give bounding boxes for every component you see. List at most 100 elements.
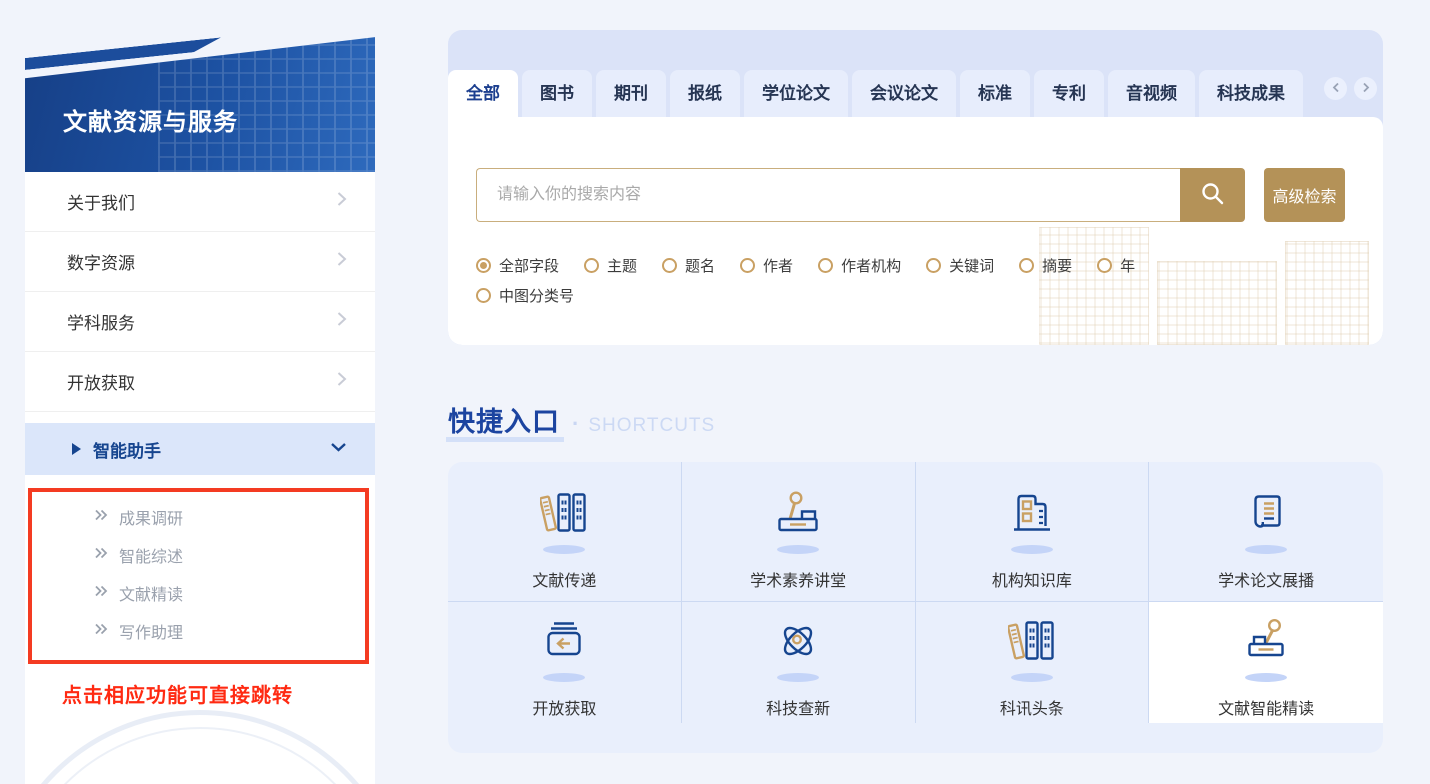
radio-field-clc-number[interactable]: 中图分类号 xyxy=(476,285,574,306)
shortcut-sci-tech-novelty-search[interactable]: 科技查新 xyxy=(682,602,916,723)
search-panel: 高级检索 全部字段 主题 题名 作者 作者机构 xyxy=(448,117,1383,345)
radio-field-abstract[interactable]: 摘要 xyxy=(1019,255,1072,276)
double-chevron-icon xyxy=(94,546,108,564)
double-chevron-icon xyxy=(94,508,108,526)
search-icon xyxy=(1199,180,1226,210)
radio-field-title[interactable]: 题名 xyxy=(662,255,715,276)
advanced-search-button[interactable]: 高级检索 xyxy=(1264,168,1345,222)
double-chevron-icon xyxy=(94,584,108,602)
tab-journals[interactable]: 期刊 xyxy=(596,70,666,117)
search-input[interactable] xyxy=(476,168,1180,222)
sidebar-item-label: 关于我们 xyxy=(67,194,135,213)
tab-conference-papers[interactable]: 会议论文 xyxy=(852,70,956,117)
shortcut-open-access[interactable]: 开放获取 xyxy=(448,602,682,723)
radio-field-topic[interactable]: 主题 xyxy=(584,255,637,276)
sidebar-item-label: 数字资源 xyxy=(67,254,135,273)
sidebar-item-open-access[interactable]: 开放获取 xyxy=(25,352,375,412)
icon-shadow xyxy=(1010,545,1053,554)
chevron-down-icon xyxy=(330,440,347,458)
submenu-item-literature-reading[interactable]: 文献精读 xyxy=(32,574,365,612)
tab-audio-video[interactable]: 音视频 xyxy=(1108,70,1195,117)
chevron-left-icon xyxy=(1332,80,1340,98)
sidebar-header: 文献资源与服务 xyxy=(25,30,375,172)
section-title-text: 快捷入口 xyxy=(446,400,564,442)
shortcut-academic-paper-showcase[interactable]: 学术论文展播 xyxy=(1149,462,1383,602)
shortcut-intelligent-literature-reading[interactable]: 文献智能精读 xyxy=(1149,602,1383,723)
sidebar-item-digital-resources[interactable]: 数字资源 xyxy=(25,232,375,292)
submenu-item-label: 文献精读 xyxy=(119,587,184,604)
chevron-right-icon xyxy=(1362,80,1370,98)
sidebar: 文献资源与服务 关于我们 数字资源 学科服务 开放获取 智能助手 成果调研 智能… xyxy=(25,30,375,784)
radio-field-author[interactable]: 作者 xyxy=(740,255,793,276)
tab-books[interactable]: 图书 xyxy=(522,70,592,117)
repository-icon xyxy=(1008,489,1056,542)
sidebar-item-subject-services[interactable]: 学科服务 xyxy=(25,292,375,352)
podium-icon xyxy=(774,489,822,542)
shortcut-label: 学术论文展播 xyxy=(1218,573,1315,590)
submenu-item-achievement-research[interactable]: 成果调研 xyxy=(32,498,365,536)
openaccess-icon xyxy=(540,617,588,670)
shortcut-document-delivery[interactable]: 文献传递 xyxy=(448,462,682,602)
radio-field-all[interactable]: 全部字段 xyxy=(476,255,559,276)
chevron-right-icon xyxy=(336,190,347,213)
radio-icon xyxy=(476,258,491,273)
tab-sci-tech-achievements[interactable]: 科技成果 xyxy=(1199,70,1303,117)
submenu-item-smart-review[interactable]: 智能综述 xyxy=(32,536,365,574)
shortcut-label: 科讯头条 xyxy=(999,701,1064,718)
icon-shadow xyxy=(1010,673,1053,682)
annotation-text: 点击相应功能可直接跳转 xyxy=(62,685,293,707)
shortcut-label: 文献智能精读 xyxy=(1218,701,1315,718)
sidebar-item-label: 开放获取 xyxy=(67,374,135,393)
shortcut-label: 科技查新 xyxy=(766,701,831,718)
tab-scroll-controls xyxy=(1324,70,1377,117)
shortcut-academic-literacy-lectures[interactable]: 学术素养讲堂 xyxy=(681,462,916,602)
shortcuts-grid: 文献传递 学术素养讲堂 机构知识库 学术论文展播 开放获取 科技查新 科讯头条 … xyxy=(448,462,1383,753)
radio-icon xyxy=(476,288,491,303)
radio-label: 题名 xyxy=(685,258,716,275)
sidebar-title: 文献资源与服务 xyxy=(63,109,238,136)
tab-patents[interactable]: 专利 xyxy=(1034,70,1104,117)
shortcut-sci-news-headlines[interactable]: 科讯头条 xyxy=(916,602,1150,723)
shortcut-institutional-repository[interactable]: 机构知识库 xyxy=(915,462,1150,602)
radio-label: 年 xyxy=(1120,258,1136,275)
tab-standards[interactable]: 标准 xyxy=(960,70,1030,117)
submenu-item-writing-assistant[interactable]: 写作助理 xyxy=(32,612,365,650)
tab-scroll-right-button[interactable] xyxy=(1354,77,1377,100)
sidebar-item-about[interactable]: 关于我们 xyxy=(25,172,375,232)
sidebar-item-label: 智能助手 xyxy=(93,441,161,461)
search-card: 全部 图书 期刊 报纸 学位论文 会议论文 标准 专利 音视频 科技成果 高级检… xyxy=(448,30,1383,345)
title-separator-dot: · xyxy=(572,411,580,436)
books-icon xyxy=(539,489,588,542)
chevron-right-icon xyxy=(336,310,347,333)
sidebar-item-label: 学科服务 xyxy=(67,314,135,333)
books-icon xyxy=(1006,617,1056,670)
radio-label: 全部字段 xyxy=(499,258,560,275)
radio-icon xyxy=(1019,258,1035,273)
institute-seal-watermark xyxy=(25,710,375,784)
tab-scroll-left-button[interactable] xyxy=(1324,77,1347,100)
atom-icon xyxy=(774,617,822,670)
search-button[interactable] xyxy=(1180,168,1245,222)
annotation-highlight-box: 成果调研 智能综述 文献精读 写作助理 xyxy=(28,488,369,664)
radio-field-year[interactable]: 年 xyxy=(1097,255,1135,276)
shortcuts-section-title: 快捷入口 · SHORTCUTS xyxy=(446,400,715,442)
icon-shadow xyxy=(1245,673,1288,682)
triangle-right-icon xyxy=(72,443,81,455)
search-field-options: 全部字段 主题 题名 作者 作者机构 关键词 摘要 年 中图分类号 xyxy=(476,255,1196,315)
radio-icon xyxy=(818,258,834,273)
icon-shadow xyxy=(543,545,586,554)
resource-type-tabs: 全部 图书 期刊 报纸 学位论文 会议论文 标准 专利 音视频 科技成果 xyxy=(448,70,1383,117)
icon-shadow xyxy=(543,673,586,682)
radio-field-keyword[interactable]: 关键词 xyxy=(926,255,994,276)
radio-label: 作者机构 xyxy=(841,258,902,275)
shortcut-label: 文献传递 xyxy=(532,573,597,590)
radio-icon xyxy=(584,258,600,273)
submenu-item-label: 智能综述 xyxy=(119,549,184,566)
icon-shadow xyxy=(1245,545,1288,554)
tab-all[interactable]: 全部 xyxy=(448,70,518,117)
sidebar-header-banner xyxy=(25,37,375,172)
tab-degree-theses[interactable]: 学位论文 xyxy=(744,70,848,117)
tab-newspapers[interactable]: 报纸 xyxy=(670,70,740,117)
sidebar-item-smart-assistant[interactable]: 智能助手 xyxy=(25,423,375,475)
radio-field-author-affiliation[interactable]: 作者机构 xyxy=(818,255,901,276)
